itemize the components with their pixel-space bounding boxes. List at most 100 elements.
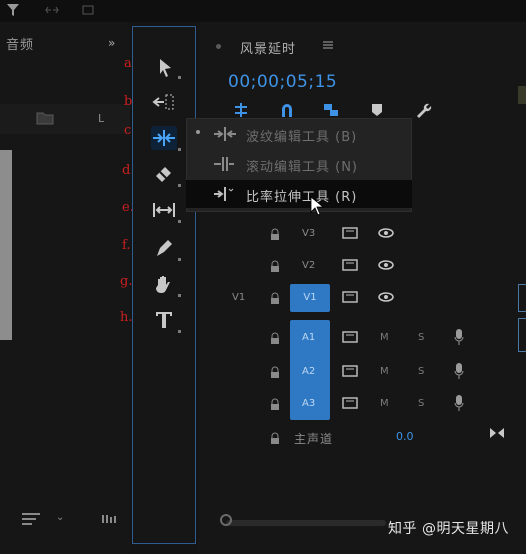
watermark: 知乎 @明天星期八 xyxy=(388,521,509,537)
link-icon[interactable] xyxy=(44,3,60,17)
annotation-h: h. xyxy=(120,310,133,325)
sync-lock-icon[interactable] xyxy=(342,397,358,409)
sync-lock-icon[interactable] xyxy=(342,259,358,271)
rolling-edit-icon xyxy=(214,157,234,171)
flyout-indicator xyxy=(178,258,181,261)
timeline-zoom-scrollbar[interactable] xyxy=(226,520,386,526)
close-tab-icon[interactable] xyxy=(216,44,221,49)
lock-icon[interactable] xyxy=(270,332,280,344)
wrench-icon[interactable] xyxy=(414,102,432,118)
solo-button[interactable]: S xyxy=(418,398,424,409)
ripple-edit-tool-button[interactable] xyxy=(151,126,177,150)
lock-icon[interactable] xyxy=(270,260,280,272)
hand-icon xyxy=(156,276,170,293)
slip-icon xyxy=(153,203,175,217)
panel-row xyxy=(0,104,130,134)
clip-edge xyxy=(518,284,526,312)
annotation-f: f. xyxy=(122,238,131,253)
track-label-a2[interactable]: A2 xyxy=(302,366,315,377)
flyout-item-label: 比率拉伸工具 (R) xyxy=(246,190,358,205)
track-select-tool-button[interactable] xyxy=(151,90,177,114)
top-toolbar xyxy=(0,0,526,22)
flyout-item-ripple-edit[interactable]: 波纹编辑工具 (B) xyxy=(186,120,412,148)
lock-icon[interactable] xyxy=(270,228,280,240)
ripple-edit-icon xyxy=(214,127,236,141)
microphone-icon[interactable] xyxy=(454,394,464,412)
go-to-end-icon[interactable] xyxy=(488,426,506,440)
microphone-icon[interactable] xyxy=(454,362,464,380)
mouse-cursor-icon xyxy=(310,196,324,216)
razor-tool-button[interactable] xyxy=(151,162,177,186)
flyout-indicator xyxy=(178,184,181,187)
flyout-indicator xyxy=(178,220,181,223)
folder-icon[interactable] xyxy=(36,111,54,125)
scrollbar-handle[interactable] xyxy=(220,514,232,526)
insert-sequence-nest-icon[interactable] xyxy=(232,102,250,118)
marker-icon[interactable] xyxy=(80,3,96,17)
lock-icon[interactable] xyxy=(270,432,280,444)
track-label-v1: V1 xyxy=(303,292,317,303)
add-marker-icon[interactable] xyxy=(368,102,386,118)
snap-magnet-icon[interactable] xyxy=(278,102,296,118)
mute-button[interactable]: M xyxy=(380,398,389,409)
menu-icon[interactable] xyxy=(20,512,42,526)
ripple-edit-icon xyxy=(153,130,175,146)
arrow-icon xyxy=(160,59,171,77)
flyout-indicator xyxy=(178,330,181,333)
flyout-item-rolling-edit[interactable]: 滚动编辑工具 (N) xyxy=(186,150,412,178)
panel-title-audio[interactable]: 音频 xyxy=(6,34,34,53)
clip-thumbnail-strip xyxy=(0,150,12,340)
bars-icon[interactable] xyxy=(100,512,122,526)
track-label-a1[interactable]: A1 xyxy=(302,332,315,343)
razor-icon xyxy=(156,167,171,182)
hand-tool-button[interactable] xyxy=(151,272,177,296)
track-select-forward-icon xyxy=(152,94,174,110)
list-marker: L xyxy=(98,112,105,125)
flyout-item-label: 波纹编辑工具 (B) xyxy=(246,130,358,145)
dropdown-chevron-icon[interactable]: ⌄ xyxy=(56,512,64,523)
clip-edge xyxy=(518,318,526,352)
linked-selection-icon[interactable] xyxy=(322,102,340,118)
flyout-indicator xyxy=(178,294,181,297)
sequence-tab-title[interactable]: 风景延时 xyxy=(240,38,296,57)
panel-menu-icon[interactable] xyxy=(322,40,334,50)
lock-icon[interactable] xyxy=(270,366,280,378)
source-patch-v1[interactable]: V1 xyxy=(232,292,245,303)
track-target-v1[interactable]: V1 xyxy=(290,284,330,312)
edge-marker xyxy=(518,86,526,104)
microphone-icon[interactable] xyxy=(454,328,464,346)
flyout-item-rate-stretch[interactable]: 比率拉伸工具 (R) xyxy=(186,180,412,208)
type-tool-button[interactable] xyxy=(151,308,177,332)
eye-icon[interactable] xyxy=(378,227,394,239)
sync-lock-icon[interactable] xyxy=(342,331,358,343)
slip-tool-button[interactable] xyxy=(151,198,177,222)
track-label-v3[interactable]: V3 xyxy=(302,228,315,239)
mute-button[interactable]: M xyxy=(380,332,389,343)
pen-tool-button[interactable] xyxy=(151,236,177,260)
annotation-g: g. xyxy=(120,274,133,289)
flyout-indicator xyxy=(178,76,181,79)
lock-icon[interactable] xyxy=(270,292,280,304)
type-icon xyxy=(156,312,172,328)
eye-icon[interactable] xyxy=(378,259,394,271)
master-track-label: 主声道 xyxy=(294,432,334,446)
playhead-timecode[interactable]: 00;00;05;15 xyxy=(228,72,337,92)
solo-button[interactable]: S xyxy=(418,332,424,343)
track-label-v2[interactable]: V2 xyxy=(302,260,315,271)
track-label-a3[interactable]: A3 xyxy=(302,398,315,409)
mute-button[interactable]: M xyxy=(380,366,389,377)
master-volume-value[interactable]: 0.0 xyxy=(396,430,414,443)
panel-overflow-chevron-icon[interactable]: » xyxy=(108,36,115,50)
flyout-item-label: 滚动编辑工具 (N) xyxy=(246,160,359,175)
audio-panel xyxy=(0,22,130,554)
filter-icon[interactable] xyxy=(6,3,22,17)
sync-lock-icon[interactable] xyxy=(342,291,358,303)
sync-lock-icon[interactable] xyxy=(342,227,358,239)
eye-icon[interactable] xyxy=(378,291,394,303)
flyout-indicator xyxy=(178,148,181,151)
pen-icon xyxy=(157,240,172,256)
solo-button[interactable]: S xyxy=(418,366,424,377)
sync-lock-icon[interactable] xyxy=(342,365,358,377)
lock-icon[interactable] xyxy=(270,398,280,410)
selection-tool-button[interactable] xyxy=(151,56,177,80)
